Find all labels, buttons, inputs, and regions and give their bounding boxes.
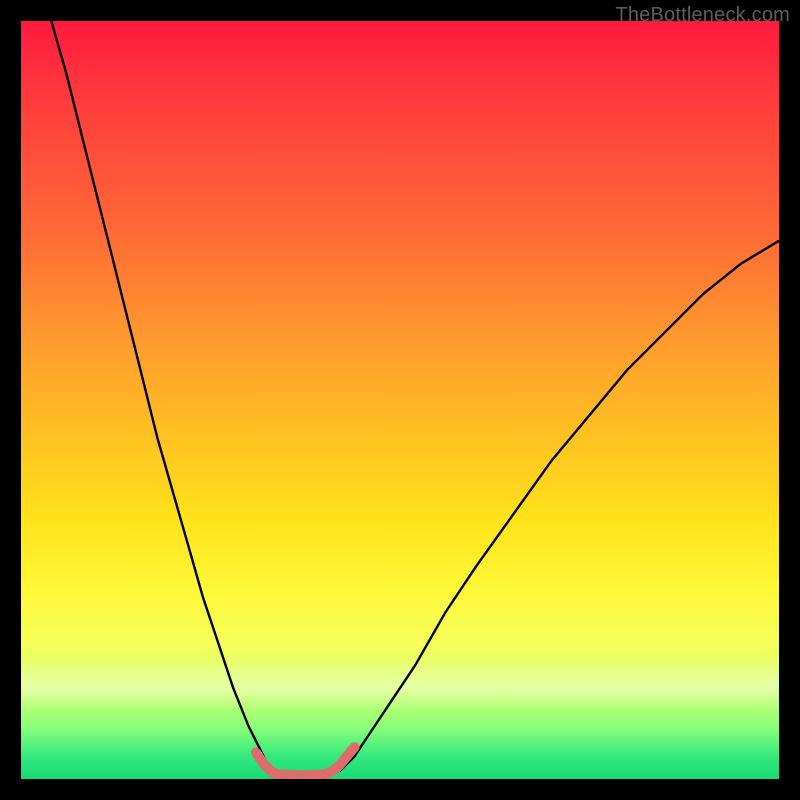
valley-highlight	[256, 747, 355, 775]
right-curve	[339, 241, 779, 772]
pale-band	[21, 655, 779, 711]
chart-frame: TheBottleneck.com	[0, 0, 800, 800]
left-curve	[51, 21, 271, 771]
curve-layer	[21, 21, 779, 779]
plot-area	[21, 21, 779, 779]
watermark-text: TheBottleneck.com	[615, 4, 790, 27]
